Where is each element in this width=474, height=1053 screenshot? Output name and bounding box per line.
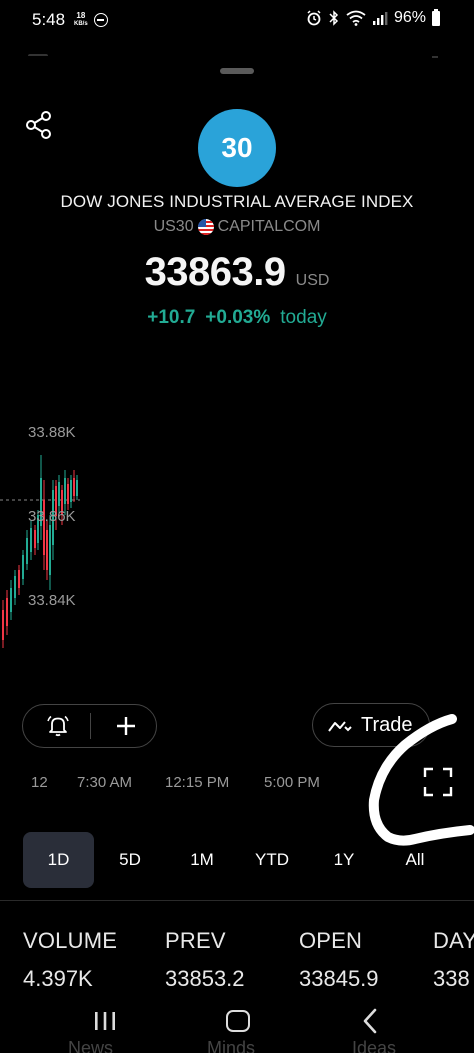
current-price: 33863.9 — [144, 250, 287, 294]
home-icon[interactable] — [226, 1010, 250, 1032]
price-row: 33863.9 USD — [0, 250, 474, 295]
x-axis-label: 12:15 PM — [165, 774, 230, 791]
dnd-icon — [94, 13, 108, 27]
period-selector: 1D 5D 1M YTD 1Y All — [0, 832, 474, 888]
y-axis-label: 33.88K — [28, 424, 76, 441]
stat-value: 33853.2 — [165, 966, 245, 991]
candles — [2, 455, 78, 648]
sheet-drag-handle[interactable] — [220, 68, 254, 74]
period-1y[interactable]: 1Y — [314, 832, 374, 888]
stat-value: 338 — [433, 966, 470, 991]
section-separator — [0, 900, 474, 901]
x-axis-label: 7:30 AM — [77, 774, 133, 791]
alarm-icon — [307, 10, 321, 26]
stat-label: OPEN — [299, 928, 363, 953]
status-time: 5:48 — [32, 10, 66, 29]
price-change-percent: +0.03% — [205, 307, 271, 328]
y-axis-label: 33.86K — [28, 508, 76, 525]
top-right-edge-mark — [432, 56, 438, 62]
period-ytd[interactable]: YTD — [242, 832, 302, 888]
tab-minds[interactable]: Minds — [207, 1038, 255, 1053]
stat-label: PREV — [165, 928, 226, 953]
period-1m[interactable]: 1M — [172, 832, 232, 888]
trade-chart-icon — [328, 721, 352, 732]
tab-ideas[interactable]: Ideas — [352, 1038, 396, 1053]
status-bar: 5:48 18 KB/s 96% — [0, 0, 474, 42]
signal-icon — [372, 12, 388, 25]
price-currency: USD — [295, 272, 330, 289]
fullscreen-icon[interactable] — [422, 766, 454, 798]
bell-plus-icon[interactable] — [47, 715, 69, 737]
period-5d[interactable]: 5D — [100, 832, 160, 888]
battery-text: 96% — [393, 9, 426, 26]
plus-icon[interactable] — [114, 714, 138, 738]
x-axis-label: 12 — [31, 774, 48, 791]
price-chart[interactable] — [0, 420, 120, 660]
alert-add-pill — [22, 704, 157, 748]
stat-open: OPEN 33845.9 — [299, 928, 379, 992]
stat-day: DAY 338 — [433, 928, 474, 992]
wifi-icon — [346, 10, 366, 26]
network-speed: 18 KB/s — [74, 11, 88, 29]
stat-value: 4.397K — [23, 966, 93, 991]
instrument-exchange: CAPITALCOM — [217, 218, 321, 235]
change-row: +10.7 +0.03% today — [0, 307, 474, 329]
top-left-edge-mark — [28, 54, 48, 58]
network-speed-unit: KB/s — [74, 21, 88, 27]
x-axis-label: 5:00 PM — [264, 774, 320, 791]
stat-label: VOLUME — [23, 928, 118, 953]
network-speed-value: 18 — [76, 11, 86, 20]
stat-value: 33845.9 — [299, 966, 379, 991]
instrument-logo: 30 — [198, 109, 276, 187]
instrument-subtitle: US30 CAPITALCOM — [0, 218, 474, 236]
pill-divider — [90, 713, 91, 739]
stat-prev: PREV 33853.2 — [165, 928, 245, 992]
back-icon[interactable] — [360, 1008, 380, 1034]
instrument-name: DOW JONES INDUSTRIAL AVERAGE INDEX — [60, 192, 414, 211]
period-1d[interactable]: 1D — [23, 832, 94, 888]
stat-label: DAY — [433, 928, 474, 953]
tab-news[interactable]: News — [68, 1038, 113, 1053]
price-change: +10.7 — [147, 307, 196, 328]
us-flag-icon — [197, 219, 214, 235]
recents-icon[interactable] — [92, 1011, 118, 1031]
battery-icon — [432, 8, 440, 26]
instrument-symbol: US30 — [153, 218, 194, 235]
stat-volume: VOLUME 4.397K — [23, 928, 117, 992]
share-icon[interactable] — [24, 110, 54, 140]
y-axis-label: 33.84K — [28, 592, 76, 609]
price-change-period: today — [280, 307, 327, 328]
period-all[interactable]: All — [385, 832, 445, 888]
bluetooth-icon — [329, 10, 339, 26]
status-right: 96% — [306, 8, 440, 27]
